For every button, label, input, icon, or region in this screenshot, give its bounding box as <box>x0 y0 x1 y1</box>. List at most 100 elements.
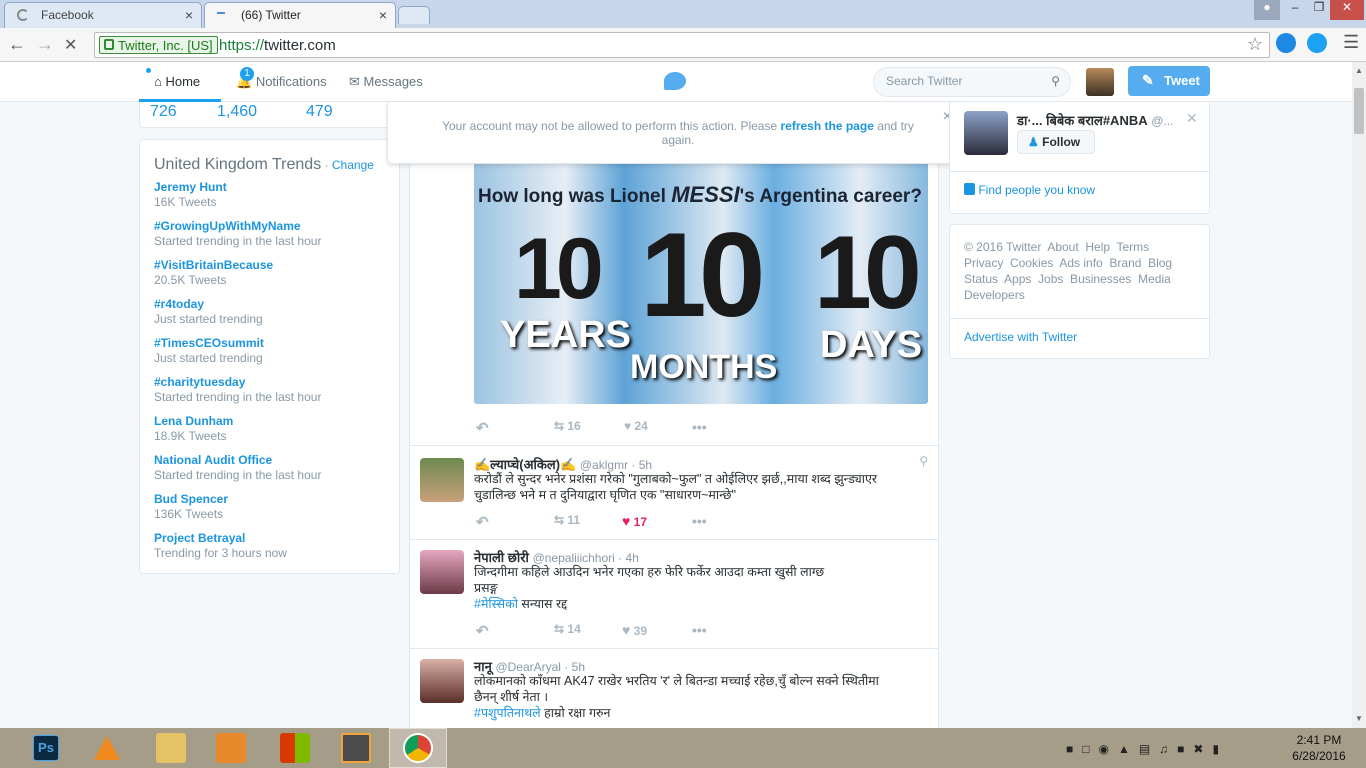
restore-icon[interactable]: ❐ <box>1306 0 1332 20</box>
start-button[interactable] <box>0 728 20 768</box>
search-icon[interactable]: ⚲ <box>1051 74 1060 88</box>
tweet-time[interactable]: 4h <box>625 551 638 565</box>
media-headline: How long was Lionel MESSI's Argentina ca… <box>478 182 922 207</box>
author-handle[interactable]: @DearAryal <box>495 660 561 674</box>
chrome-icon[interactable] <box>403 733 433 763</box>
retweet-button[interactable]: ⇆ 16 <box>554 419 581 433</box>
address-bar[interactable]: Twitter, Inc. [US] https://twitter.com ☆ <box>94 32 1270 58</box>
author-name[interactable]: नानू <box>474 659 492 674</box>
avatar[interactable] <box>964 111 1008 155</box>
footer-line[interactable]: Status Apps Jobs Businesses Media <box>964 271 1172 287</box>
following-count[interactable]: 1,460 <box>217 103 257 121</box>
trend-link[interactable]: #GrowingUpWithMyName <box>154 219 301 233</box>
like-button[interactable]: ♥ 24 <box>624 419 648 433</box>
user-icon[interactable]: ● <box>1254 0 1280 20</box>
trend-link[interactable]: National Audit Office <box>154 453 272 467</box>
trend-link[interactable]: Lena Dunham <box>154 414 233 428</box>
minimize-icon[interactable]: – <box>1282 0 1308 20</box>
system-tray-icons[interactable]: ■□◉▲▤♫■✖▮ <box>1066 742 1276 756</box>
author-name[interactable]: नेपाली छोरी <box>474 550 529 565</box>
tab-twitter[interactable]: (66) Twitter × <box>204 2 396 28</box>
more-icon[interactable]: ••• <box>692 622 707 638</box>
new-tab-button[interactable] <box>398 6 430 24</box>
tab-facebook[interactable]: Facebook × <box>4 2 202 28</box>
retweet-button[interactable]: ⇆ 11 <box>554 513 580 527</box>
avatar[interactable] <box>420 659 464 703</box>
page-scrollbar[interactable]: ▲ ▼ <box>1352 62 1366 728</box>
more-icon[interactable]: ••• <box>692 513 707 529</box>
trend-link[interactable]: Jeremy Hunt <box>154 180 227 194</box>
retweet-button[interactable]: ⇆ 14 <box>554 622 581 636</box>
search-input[interactable]: Search Twitter ⚲ <box>873 67 1071 97</box>
forward-icon[interactable]: → <box>36 34 54 55</box>
hashtag-link[interactable]: #मेस्सिको <box>474 597 518 611</box>
suggestion-name[interactable]: डा·... बिबेक बराल#ANBA <box>1017 113 1148 128</box>
photoshop-icon[interactable]: Ps <box>33 735 59 761</box>
tweet[interactable]: नानू @DearAryal · 5h लोकमानको काँधमा AK4… <box>410 648 938 728</box>
trend-link[interactable]: #charitytuesday <box>154 375 245 389</box>
hashtag-link[interactable]: #पशुपतिनाथले <box>474 706 541 720</box>
tweet[interactable]: ✍ल्याप्चे(अकिल)✍ @aklgmr · 5h ⚲ करोडौं ल… <box>410 445 938 539</box>
dismiss-icon[interactable]: ✕ <box>1186 110 1198 127</box>
author-handle[interactable]: @nepaliiichhori <box>533 551 615 565</box>
trend-meta: 16K Tweets <box>154 195 217 209</box>
back-icon[interactable]: ← <box>8 34 26 55</box>
close-icon[interactable]: × <box>185 7 193 23</box>
office-icon[interactable] <box>280 733 310 763</box>
clock[interactable]: 2:41 PM 6/28/2016 <box>1284 732 1354 764</box>
reply-icon[interactable]: ↶ <box>476 622 489 640</box>
media-player-icon[interactable] <box>216 733 246 763</box>
messenger-icon[interactable] <box>1276 33 1296 53</box>
advertise-link[interactable]: Advertise with Twitter <box>964 330 1077 344</box>
suggestion-handle[interactable]: @... <box>1151 114 1173 128</box>
tab-label: Facebook <box>41 8 94 22</box>
like-button[interactable]: ♥ 39 <box>622 622 647 638</box>
footer-links[interactable]: © 2016 Twitter About Help Terms Privacy C… <box>964 239 1172 303</box>
twitter-bird-icon[interactable] <box>664 72 686 90</box>
tweet[interactable]: नेपाली छोरी @nepaliiichhori · 4h जिन्दगी… <box>410 539 938 648</box>
close-icon[interactable]: × <box>379 7 387 23</box>
scrollbar-thumb[interactable] <box>1354 88 1364 134</box>
scroll-down-icon[interactable]: ▼ <box>1355 714 1363 723</box>
ev-certificate-badge[interactable]: Twitter, Inc. [US] <box>99 36 218 54</box>
like-button[interactable]: ♥ 17 <box>622 513 647 529</box>
tweets-count[interactable]: 726 <box>150 103 177 121</box>
star-icon[interactable]: ☆ <box>1247 34 1263 55</box>
avatar[interactable] <box>420 550 464 594</box>
follow-button[interactable]: ♟ Follow <box>1017 130 1095 154</box>
avatar[interactable] <box>1086 68 1114 96</box>
find-people-link[interactable]: Find people you know <box>964 183 1095 197</box>
vlc-icon[interactable] <box>94 736 120 760</box>
change-trends-link[interactable]: Change <box>332 158 374 172</box>
timeline-stream: How long was Lionel MESSI's Argentina ca… <box>409 102 939 728</box>
trend-link[interactable]: #r4today <box>154 297 204 311</box>
trend-link[interactable]: Bud Spencer <box>154 492 228 506</box>
sublime-text-icon[interactable] <box>341 733 371 763</box>
footer-line[interactable]: © 2016 Twitter About Help Terms <box>964 239 1172 255</box>
compose-tweet-button[interactable]: ✎ Tweet <box>1128 66 1210 96</box>
tweet-time[interactable]: 5h <box>572 660 585 674</box>
footer-line[interactable]: Privacy Cookies Ads info Brand Blog <box>964 255 1172 271</box>
file-explorer-icon[interactable] <box>156 733 186 763</box>
close-window-icon[interactable]: ✕ <box>1330 0 1364 20</box>
tweet-time[interactable]: 5h <box>639 458 652 472</box>
followers-count[interactable]: 479 <box>306 103 333 121</box>
twitter-extension-icon[interactable] <box>1307 33 1327 53</box>
avatar[interactable] <box>420 458 464 502</box>
follow-icon: ♟ <box>1028 135 1039 149</box>
menu-icon[interactable]: ☰ <box>1343 32 1359 53</box>
stop-icon[interactable]: ✕ <box>64 35 77 55</box>
refresh-page-link[interactable]: refresh the page <box>781 119 874 133</box>
trend-link[interactable]: #VisitBritainBecause <box>154 258 273 272</box>
nav-home[interactable]: ⌂ Home <box>154 74 200 89</box>
reply-icon[interactable]: ↶ <box>476 513 489 531</box>
trend-link[interactable]: #TimesCEOsummit <box>154 336 264 350</box>
reply-icon[interactable]: ↶ <box>476 419 489 437</box>
nav-messages[interactable]: ✉ Messages <box>349 74 423 90</box>
trend-link[interactable]: Project Betrayal <box>154 531 245 545</box>
author-handle[interactable]: @aklgmr <box>580 458 628 472</box>
more-icon[interactable]: ••• <box>692 419 707 435</box>
scroll-up-icon[interactable]: ▲ <box>1355 66 1363 75</box>
footer-line[interactable]: Developers <box>964 287 1172 303</box>
author-name[interactable]: ✍ल्याप्चे(अकिल)✍ <box>474 457 576 472</box>
